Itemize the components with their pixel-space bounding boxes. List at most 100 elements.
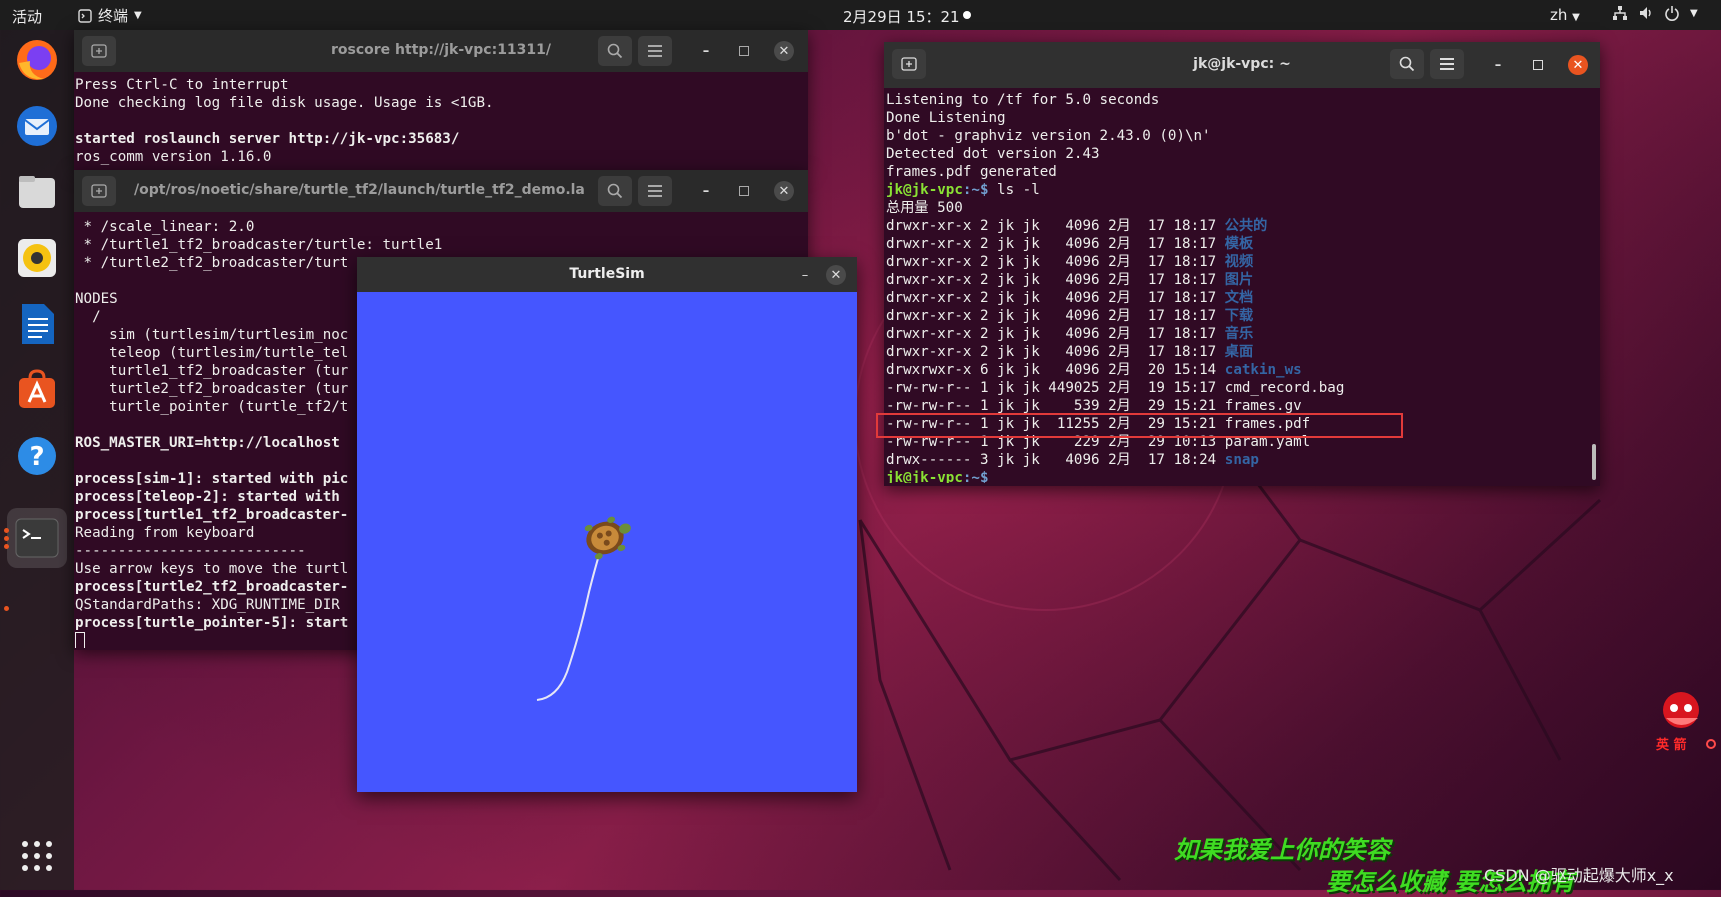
maximize-icon	[1533, 60, 1543, 70]
thunderbird-icon	[17, 106, 57, 146]
ls-meta: drwxr-xr-x 2 jk jk 4096 2月 17 18:17	[886, 308, 1225, 324]
dock-thunderbird[interactable]	[11, 100, 63, 152]
ls-meta: drwxrwxr-x 6 jk jk 4096 2月 20 15:14	[886, 362, 1225, 378]
terminal-text: 总用量 500	[886, 200, 963, 216]
command-text: ls -l	[997, 182, 1040, 198]
terminal-cursor	[75, 632, 85, 648]
terminal-line: ros_comm version 1.16.0	[75, 148, 805, 166]
ls-name: 音乐	[1224, 326, 1254, 342]
terminal-text: Detected dot version 2.43	[886, 146, 1100, 162]
roscore-titlebar[interactable]: roscore http://jk-vpc:11311/ – ✕	[74, 30, 808, 72]
close-button[interactable]: ✕	[826, 265, 846, 285]
search-button[interactable]	[1390, 49, 1424, 79]
dock: ?	[0, 30, 74, 890]
close-icon: ✕	[1572, 57, 1584, 73]
dock-terminal[interactable]	[7, 508, 67, 568]
system-tray[interactable]: ▼	[1612, 5, 1698, 21]
ls-row: drwxr-xr-x 2 jk jk 4096 2月 17 18:17 音乐	[886, 325, 1586, 343]
clock[interactable]: 2月29日 15：21	[843, 6, 960, 27]
ls-row: drwxr-xr-x 2 jk jk 4096 2月 17 18:17 下载	[886, 307, 1586, 325]
new-tab-button[interactable]	[82, 176, 116, 206]
new-tab-icon	[91, 184, 107, 198]
dock-rhythmbox[interactable]	[11, 232, 63, 284]
prompt-path: :~$	[962, 182, 998, 198]
lyric-line-1: 如果我爱上你的笑容	[1174, 835, 1390, 864]
terminal-text: Done checking log file disk usage. Usage…	[75, 95, 494, 111]
chevron-down-icon: ▼	[1572, 12, 1580, 23]
minimize-button[interactable]: –	[696, 41, 716, 61]
ls-name: 桌面	[1224, 344, 1254, 360]
minimize-button[interactable]: –	[696, 181, 716, 201]
close-button[interactable]: ✕	[774, 41, 794, 61]
minimize-button[interactable]: –	[1488, 55, 1508, 75]
terminal-text: turtle2_tf2_broadcaster (tur	[75, 381, 349, 397]
terminal-line: jk@jk-vpc:~$	[886, 469, 1586, 483]
home-titlebar[interactable]: jk@jk-vpc: ~ – ✕	[884, 42, 1600, 88]
terminal-line: started roslaunch server http://jk-vpc:3…	[75, 130, 805, 148]
terminal-text: ros_comm version 1.16.0	[75, 149, 272, 165]
ls-row: drwxr-xr-x 2 jk jk 4096 2月 17 18:17 公共的	[886, 217, 1586, 235]
close-button[interactable]: ✕	[774, 181, 794, 201]
terminal-icon	[78, 8, 92, 23]
ls-meta: drwxr-xr-x 2 jk jk 4096 2月 17 18:17	[886, 326, 1225, 342]
dock-writer[interactable]	[11, 298, 63, 350]
ls-meta: drwxr-xr-x 2 jk jk 4096 2月 17 18:17	[886, 236, 1225, 252]
terminal-text: started roslaunch server http://jk-vpc:3…	[75, 131, 460, 147]
scrollbar-thumb[interactable]	[1592, 444, 1596, 480]
turtlesim-window[interactable]: TurtleSim – ✕	[357, 257, 857, 792]
maximize-button[interactable]	[734, 41, 754, 61]
terminal-text: teleop (turtlesim/turtle_tel	[75, 345, 349, 361]
ls-meta: drwxr-xr-x 2 jk jk 4096 2月 17 18:17	[886, 344, 1225, 360]
libreoffice-writer-icon	[22, 304, 54, 344]
prompt-user: jk@jk-vpc	[886, 182, 963, 198]
input-method-indicator[interactable]: zh ▼	[1550, 6, 1580, 24]
turtle-path	[536, 535, 606, 701]
ls-name: 模板	[1224, 236, 1254, 252]
window-title: /opt/ros/noetic/share/turtle_tf2/launch/…	[134, 182, 584, 198]
chevron-down-icon: ▼	[134, 10, 142, 21]
terminal-text: * /turtle1_tf2_broadcaster/turtle: turtl…	[75, 237, 443, 253]
running-indicator	[4, 528, 9, 533]
hamburger-menu-icon	[648, 45, 662, 57]
terminal-text: b'dot - graphviz version 2.43.0 (0)\n'	[886, 128, 1211, 144]
roscore-terminal-output[interactable]: Press Ctrl-C to interrupt Done checking l…	[75, 76, 805, 168]
firefox-icon	[17, 40, 57, 80]
app-menu[interactable]: 终端 ▼	[78, 5, 142, 26]
menu-button[interactable]	[1430, 49, 1464, 79]
ls-row: -rw-rw-r-- 1 jk jk 449025 2月 19 15:17 cm…	[886, 379, 1586, 397]
terminal-text: * /turtle2_tf2_broadcaster/turt	[75, 255, 349, 271]
terminal-text: QStandardPaths: XDG_RUNTIME_DIR	[75, 597, 340, 613]
search-icon	[607, 43, 623, 59]
terminal-line: Detected dot version 2.43	[886, 145, 1586, 163]
close-button[interactable]: ✕	[1568, 55, 1588, 75]
activities-button[interactable]: 活动	[12, 6, 42, 27]
search-icon	[1399, 56, 1415, 72]
ls-meta: drwxr-xr-x 2 jk jk 4096 2月 17 18:17	[886, 290, 1225, 306]
app-menu-label: 终端	[98, 7, 129, 25]
menu-button[interactable]	[638, 176, 672, 206]
terminal-icon	[15, 518, 59, 558]
dock-app-center[interactable]	[11, 364, 63, 416]
turtlesim-titlebar[interactable]: TurtleSim – ✕	[357, 257, 857, 292]
launch-titlebar[interactable]: /opt/ros/noetic/share/turtle_tf2/launch/…	[74, 170, 808, 212]
turtlesim-canvas[interactable]	[357, 292, 857, 792]
dock-show-apps[interactable]	[11, 830, 63, 882]
terminal-line: Press Ctrl-C to interrupt	[75, 76, 805, 94]
menu-button[interactable]	[638, 36, 672, 66]
dock-help[interactable]: ?	[11, 430, 63, 482]
search-button[interactable]	[598, 176, 632, 206]
maximize-button[interactable]	[1528, 55, 1548, 75]
maximize-button[interactable]	[734, 181, 754, 201]
running-indicator	[4, 544, 9, 549]
search-button[interactable]	[598, 36, 632, 66]
minimize-button[interactable]: –	[795, 265, 815, 285]
terminal-text: Done Listening	[886, 110, 1006, 126]
terminal-text: turtle1_tf2_broadcaster (tur	[75, 363, 349, 379]
dock-files[interactable]	[11, 166, 63, 218]
dock-firefox[interactable]	[11, 34, 63, 86]
terminal-text: process[sim-1]: started with pic	[75, 471, 349, 487]
volume-icon	[1640, 7, 1651, 19]
roscore-terminal-window[interactable]: roscore http://jk-vpc:11311/ – ✕ Press C…	[74, 30, 808, 170]
ls-row: drwxrwxr-x 6 jk jk 4096 2月 20 15:14 catk…	[886, 361, 1586, 379]
